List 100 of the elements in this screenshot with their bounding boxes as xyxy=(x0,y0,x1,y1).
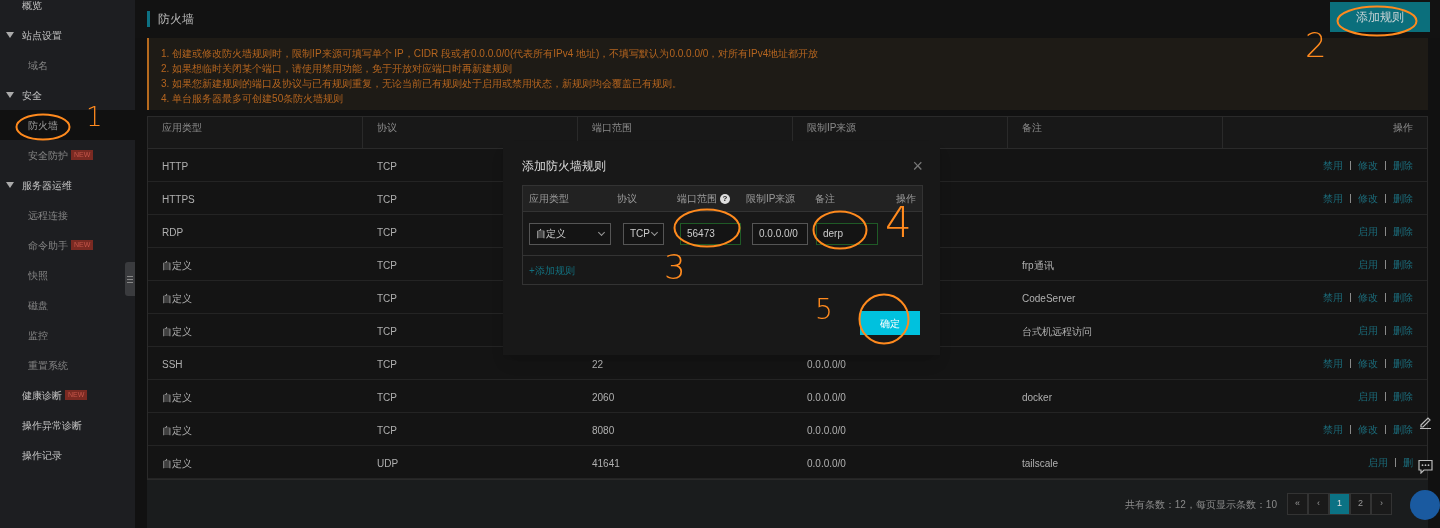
table-cell: 8080 xyxy=(592,425,615,436)
notice-text: 1. 创建或修改防火墙规则时，限制IP来源可填写单个 IP，CIDR 段或者0.0.0.0/0(代表所有IPv4 地址)，不填写默认为0.0.0.0/0，对所有IPv4地址都开放 xyxy=(161,47,820,61)
caret-icon[interactable] xyxy=(6,92,14,98)
table-cell: 自定义 xyxy=(162,260,192,271)
table-cell: 22 xyxy=(592,359,604,370)
action-link[interactable]: 修改 xyxy=(1358,190,1378,206)
annotation-number: 1 xyxy=(86,104,103,130)
action-link[interactable]: 删 xyxy=(1403,454,1413,470)
action-link[interactable]: 修改 xyxy=(1358,421,1378,437)
action-link[interactable]: 禁用 xyxy=(1323,289,1343,305)
help-button[interactable] xyxy=(1410,490,1440,520)
table-cell: TCP xyxy=(377,425,397,436)
nav-item[interactable]: 监控 xyxy=(28,327,48,343)
column-header: 限制IP来源 xyxy=(746,192,796,206)
table-cell: TCP xyxy=(377,293,397,304)
column-header: 限制IP来源 xyxy=(807,121,857,135)
table-cell: TCP xyxy=(377,194,397,205)
nav-item[interactable]: 域名 xyxy=(28,57,48,73)
notice-text: 4. 单台服务器最多可创建50条防火墙规则 xyxy=(161,92,345,106)
chat-icon[interactable] xyxy=(1418,459,1433,474)
nav-item[interactable]: 操作异常诊断 xyxy=(22,417,82,433)
close-button[interactable]: × xyxy=(912,157,923,175)
nav-item[interactable]: 安全防护 xyxy=(28,147,68,163)
action-link[interactable]: 删除 xyxy=(1393,256,1413,272)
page-button[interactable]: 2 xyxy=(1350,493,1371,515)
action-link[interactable]: 修改 xyxy=(1358,157,1378,173)
nav-item[interactable]: 操作记录 xyxy=(22,447,62,463)
help-icon[interactable]: ? xyxy=(720,193,730,204)
table-cell: 0.0.0.0/0 xyxy=(807,425,846,436)
action-link[interactable]: 删除 xyxy=(1393,190,1413,206)
nav-item[interactable]: 重置系统 xyxy=(28,357,68,373)
nav-item[interactable]: 健康诊断 xyxy=(22,387,62,403)
nav-item[interactable]: 概览 xyxy=(22,0,42,13)
table-cell: 台式机远程访问 xyxy=(1022,326,1092,337)
page-summary: 共有条数：12，每页显示条数：10 xyxy=(1124,497,1277,512)
input-field[interactable]: 56473 xyxy=(680,222,741,245)
action-link[interactable]: 修改 xyxy=(1358,355,1378,371)
action-link[interactable]: 禁用 xyxy=(1323,190,1343,206)
table-cell: RDP xyxy=(162,227,184,238)
action-link[interactable]: 删除 xyxy=(1393,223,1413,239)
column-header: 应用类型 xyxy=(162,121,202,135)
action-link[interactable]: 删除 xyxy=(1393,289,1413,305)
column-header: 操作 xyxy=(896,192,916,204)
action-link[interactable]: 删除 xyxy=(1393,388,1413,404)
add-rule-button[interactable]: 添加规则 xyxy=(1330,2,1430,32)
page-button[interactable]: ‹ xyxy=(1308,493,1329,515)
dropdown[interactable]: TCP xyxy=(623,222,664,245)
action-link[interactable]: 禁用 xyxy=(1323,355,1343,371)
action-link[interactable]: 删除 xyxy=(1393,421,1413,437)
table-cell: TCP xyxy=(377,161,397,172)
table-cell: 自定义 xyxy=(162,326,192,337)
action-link[interactable]: 删除 xyxy=(1393,355,1413,371)
action-link[interactable]: 修改 xyxy=(1358,289,1378,305)
page-button[interactable]: › xyxy=(1371,493,1392,515)
action-link[interactable]: 启用 xyxy=(1358,322,1378,338)
nav-item[interactable]: 服务器运维 xyxy=(22,177,72,193)
notice-text: 2. 如果想临时关闭某个端口，请使用禁用功能，免于开放对应端口时再新建规则 xyxy=(161,62,514,76)
dropdown[interactable]: 自定义 xyxy=(529,222,611,245)
column-header: 备注 xyxy=(1022,121,1042,135)
action-link[interactable]: 启用 xyxy=(1358,256,1378,272)
action-link[interactable]: 删除 xyxy=(1393,157,1413,173)
annotation-circle xyxy=(812,210,868,250)
nav-item[interactable]: 安全 xyxy=(22,87,42,103)
table-cell: TCP xyxy=(377,260,397,271)
dialog-title: 添加防火墙规则 xyxy=(522,158,606,175)
table-cell: docker xyxy=(1022,392,1052,403)
action-link[interactable]: 启用 xyxy=(1368,454,1388,470)
annotation-number: 3 xyxy=(664,250,686,284)
notice-text: 3. 如果您新建规则的端口及协议与已有规则重复，无论当前已有规则处于启用或禁用状态，新规则均会覆盖已有规则。 xyxy=(161,77,684,91)
table-cell: 0.0.0.0/0 xyxy=(807,458,846,469)
table-cell: 自定义 xyxy=(162,425,192,436)
annotation-number: 2 xyxy=(1305,28,1327,62)
page-button[interactable]: « xyxy=(1287,493,1308,515)
table-cell: 自定义 xyxy=(162,458,192,469)
table-cell: TCP xyxy=(377,227,397,238)
add-rule-link[interactable]: +添加规则 xyxy=(529,262,575,278)
action-link[interactable]: 启用 xyxy=(1358,223,1378,239)
nav-item[interactable]: 站点设置 xyxy=(22,27,62,43)
column-header: 端口范围 xyxy=(592,121,632,135)
action-link[interactable]: 禁用 xyxy=(1323,421,1343,437)
action-link[interactable]: 启用 xyxy=(1358,388,1378,404)
caret-icon[interactable] xyxy=(6,32,14,38)
collapse-handle[interactable] xyxy=(125,262,135,296)
input-field[interactable]: 0.0.0.0/0 xyxy=(752,222,808,245)
table-cell: HTTP xyxy=(162,161,189,172)
page-button[interactable]: 1 xyxy=(1329,493,1350,515)
nav-item[interactable]: 磁盘 xyxy=(28,297,48,313)
input-field[interactable]: derp xyxy=(816,222,878,245)
annotation-number: 4 xyxy=(885,202,912,244)
table-cell: frp通讯 xyxy=(1022,260,1054,271)
nav-item[interactable]: 远程连接 xyxy=(28,207,68,223)
caret-icon[interactable] xyxy=(6,182,14,188)
annotation-circle xyxy=(15,113,71,141)
nav-item[interactable]: 快照 xyxy=(28,267,48,283)
action-link[interactable]: 禁用 xyxy=(1323,157,1343,173)
table-cell: CodeServer xyxy=(1022,293,1076,304)
action-link[interactable]: 删除 xyxy=(1393,322,1413,338)
nav-item[interactable]: 命令助手 xyxy=(28,237,68,253)
column-header: 应用类型 xyxy=(529,192,569,206)
confirm-button[interactable]: 确定 xyxy=(860,311,920,335)
